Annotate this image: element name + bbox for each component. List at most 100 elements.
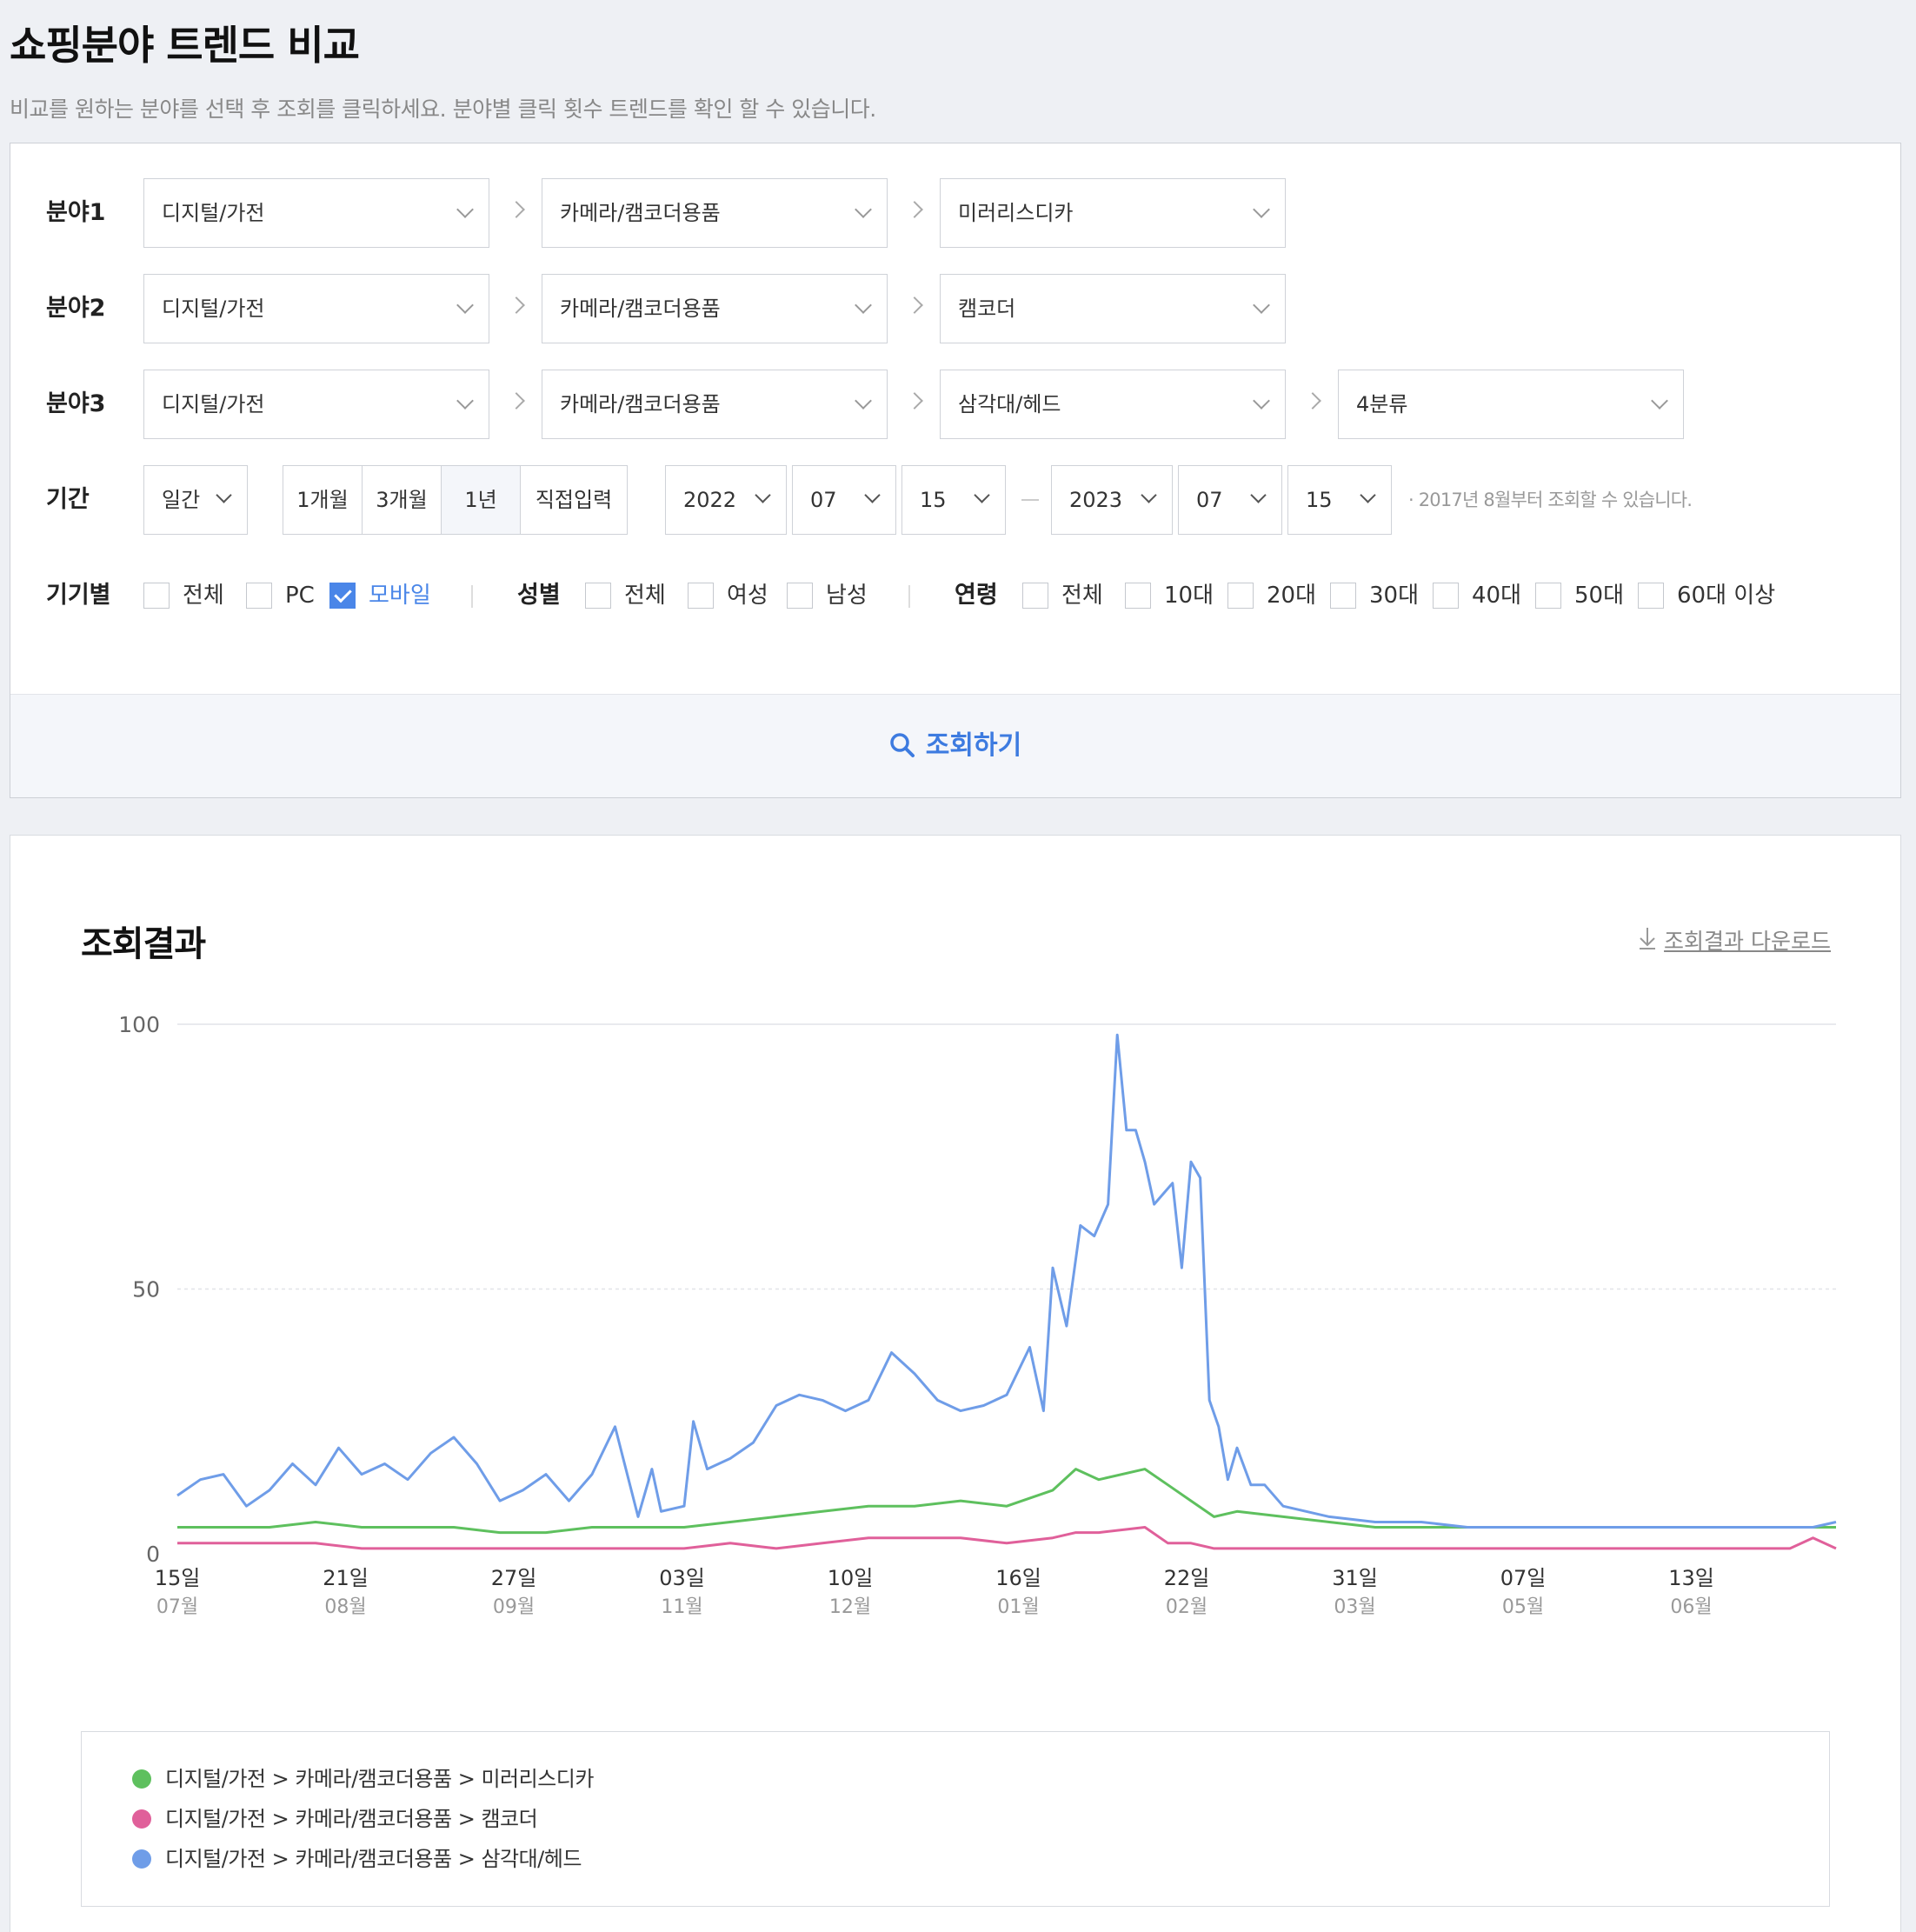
trend-chart: 0 50 100 15일 07월 21일 08월 27일 09월 03일 11월 10일 12월 16일 0… — [118, 1012, 1837, 1618]
page-title: 쇼핑분야 트렌드 비교 — [10, 22, 360, 69]
field-3-level-1-select[interactable]: 디지털/가전 — [143, 370, 489, 439]
gender-label: 성별 — [517, 582, 561, 609]
chevron-down-icon — [855, 201, 872, 218]
chevron-right-icon — [906, 392, 923, 410]
start-year-select[interactable]: 2022 — [665, 465, 787, 535]
range-3month-button[interactable]: 3개월 — [362, 465, 442, 535]
field-3-level-4-select[interactable]: 4분류 — [1338, 370, 1684, 439]
field-1-level-2-select[interactable]: 카메라/캠코더용품 — [542, 178, 888, 248]
device-mobile-label: 모바일 — [369, 583, 431, 609]
device-all-checkbox[interactable] — [143, 583, 170, 609]
series-line-1 — [177, 1526, 1837, 1550]
chevron-right-icon — [906, 296, 923, 314]
result-panel: 조회결과 조회결과 다운로드 0 50 100 15일 07월 21일 08월 27일 09월 0… — [10, 835, 1901, 1932]
x-tick-month: 01월 — [997, 1596, 1039, 1618]
chevron-down-icon — [1360, 487, 1376, 503]
chevron-down-icon — [755, 487, 771, 503]
range-1month-button[interactable]: 1개월 — [283, 465, 363, 535]
chevron-right-icon — [508, 296, 525, 314]
age-10s-label: 10대 — [1164, 583, 1214, 609]
field-1-label: 분야1 — [46, 199, 106, 226]
device-mobile-checkbox[interactable] — [329, 583, 356, 609]
chevron-down-icon — [1253, 392, 1270, 410]
chevron-down-icon — [456, 392, 474, 410]
x-tick-day: 16일 — [995, 1566, 1041, 1590]
field-2-level-2-select[interactable]: 카메라/캠코더용품 — [542, 274, 888, 343]
legend-label: 디지털/가전 > 카메라/캠코더용품 > 삼각대/헤드 — [165, 1847, 582, 1871]
x-tick-month: 06월 — [1670, 1596, 1712, 1618]
range-1year-button[interactable]: 1년 — [441, 465, 521, 535]
chevron-right-icon — [508, 392, 525, 410]
chevron-down-icon — [1253, 296, 1270, 314]
age-10s-checkbox[interactable] — [1125, 583, 1151, 609]
date-range-dash — [1021, 499, 1039, 501]
chevron-down-icon — [456, 201, 474, 218]
select-value: 카메라/캠코더용품 — [560, 392, 721, 416]
age-40s-checkbox[interactable] — [1433, 583, 1459, 609]
chevron-down-icon — [855, 392, 872, 410]
period-note: · 2017년 8월부터 조회할 수 있습니다. — [1408, 490, 1693, 510]
x-tick-month: 05월 — [1502, 1596, 1544, 1618]
select-value: 미러리스디카 — [958, 201, 1074, 225]
age-40s-label: 40대 — [1472, 583, 1522, 609]
legend-label: 디지털/가전 > 카메라/캠코더용품 > 미러리스디카 — [165, 1767, 594, 1791]
field-1-level-3-select[interactable]: 미러리스디카 — [940, 178, 1286, 248]
field-3-level-3-select[interactable]: 삼각대/헤드 — [940, 370, 1286, 439]
field-3-level-2-select[interactable]: 카메라/캠코더용품 — [542, 370, 888, 439]
field-2-level-1-select[interactable]: 디지털/가전 — [143, 274, 489, 343]
x-tick-day: 22일 — [1164, 1566, 1210, 1590]
gender-female-checkbox[interactable] — [688, 583, 714, 609]
age-label: 연령 — [955, 582, 998, 609]
start-month-select[interactable]: 07 — [792, 465, 896, 535]
field-3-label: 분야3 — [46, 390, 106, 417]
gender-male-checkbox[interactable] — [787, 583, 813, 609]
period-row: 기간 일간 1개월 3개월 1년 직접입력 2022 07 15 2023 07 — [10, 465, 1900, 535]
end-month-select[interactable]: 07 — [1178, 465, 1282, 535]
chevron-down-icon — [216, 487, 232, 503]
select-value: 2022 — [683, 488, 737, 512]
select-value: 디지털/가전 — [162, 392, 265, 416]
device-pc-checkbox[interactable] — [246, 583, 272, 609]
period-unit-select[interactable]: 일간 — [143, 465, 248, 535]
age-60plus-checkbox[interactable] — [1638, 583, 1664, 609]
device-all-label: 전체 — [183, 583, 224, 609]
x-tick-month: 09월 — [493, 1596, 535, 1618]
field-1-level-1-select[interactable]: 디지털/가전 — [143, 178, 489, 248]
range-custom-button[interactable]: 직접입력 — [520, 465, 628, 535]
x-tick-month: 08월 — [324, 1596, 366, 1618]
field-2-level-3-select[interactable]: 캠코더 — [940, 274, 1286, 343]
page-description: 비교를 원하는 분야를 선택 후 조회를 클릭하세요. 분야별 클릭 횟수 트렌… — [10, 97, 876, 122]
chevron-down-icon — [974, 487, 990, 503]
chevron-down-icon — [864, 487, 881, 503]
legend-dot — [132, 1849, 151, 1869]
field-row-1: 분야1 디지털/가전 카메라/캠코더용품 미러리스디카 — [10, 178, 1900, 248]
age-20s-checkbox[interactable] — [1227, 583, 1254, 609]
select-value: 카메라/캠코더용품 — [560, 296, 721, 321]
segment-row: 기기별 전체 PC 모바일 성별 전체 여성 남성 연령 전체 10대 20대 … — [10, 570, 1900, 622]
device-pc-label: PC — [285, 583, 315, 609]
start-day-select[interactable]: 15 — [901, 465, 1006, 535]
gender-male-label: 남성 — [826, 583, 868, 609]
age-30s-checkbox[interactable] — [1330, 583, 1356, 609]
age-all-checkbox[interactable] — [1022, 583, 1048, 609]
x-tick-day: 03일 — [659, 1566, 705, 1590]
select-value: 07 — [810, 488, 837, 512]
search-button-label: 조회하기 — [925, 730, 1022, 761]
legend-dot — [132, 1809, 151, 1829]
field-2-label: 분야2 — [46, 295, 106, 322]
y-tick-label: 0 — [146, 1542, 160, 1567]
y-tick-label: 50 — [132, 1277, 160, 1302]
select-value: 15 — [1306, 488, 1333, 512]
end-year-select[interactable]: 2023 — [1051, 465, 1173, 535]
gender-all-checkbox[interactable] — [585, 583, 611, 609]
chevron-down-icon — [1250, 487, 1267, 503]
filter-panel: 분야1 디지털/가전 카메라/캠코더용품 미러리스디카 분야2 디지털/가전 카… — [10, 143, 1901, 798]
search-button[interactable]: 조회하기 — [10, 694, 1900, 797]
x-tick-month: 03월 — [1334, 1596, 1375, 1618]
age-50s-checkbox[interactable] — [1535, 583, 1561, 609]
x-tick-day: 15일 — [155, 1566, 201, 1590]
age-20s-label: 20대 — [1267, 583, 1317, 609]
select-value: 07 — [1196, 488, 1223, 512]
age-30s-label: 30대 — [1369, 583, 1420, 609]
end-day-select[interactable]: 15 — [1287, 465, 1392, 535]
